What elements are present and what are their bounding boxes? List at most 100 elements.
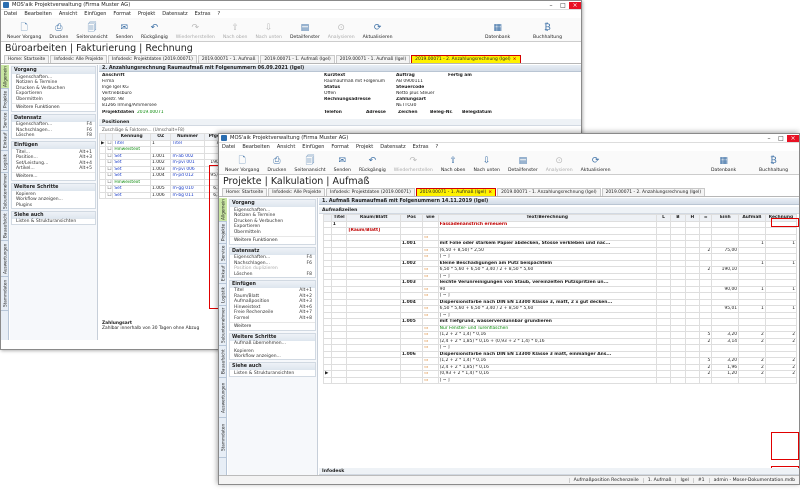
insert-formel[interactable]: Formel Alt+8 <box>230 315 315 321</box>
vtab-stammdaten[interactable]: Stammdaten <box>1 277 9 311</box>
insert-artikel[interactable]: Artikel... Alt+5 <box>12 166 95 171</box>
move-down-button[interactable]: ⇩ Nach unten <box>469 155 504 174</box>
vtab-auswertungen[interactable]: Auswertungen <box>219 378 227 418</box>
task-uebermitteln[interactable]: Übermitteln <box>230 229 315 235</box>
maximize-icon[interactable]: □ <box>557 2 569 9</box>
vtab-logistik[interactable]: Logistik <box>1 151 9 173</box>
vtab-projekte[interactable]: Projekte <box>219 222 227 244</box>
more-functions-link[interactable]: Weitere Funktionen <box>12 102 95 111</box>
positions-toolbar[interactable]: Zuschläge & Faktoren... (Umschalt+F8) <box>99 126 581 133</box>
menu-extras[interactable]: Extras <box>413 144 429 150</box>
undo-button[interactable]: ↶ Rückgängig <box>137 22 172 41</box>
close-icon[interactable]: × <box>569 1 581 9</box>
redo-button[interactable]: ↷ Wiederherstellen <box>172 22 219 41</box>
close-tab-icon[interactable]: × <box>488 190 492 195</box>
menu-datensatz[interactable]: Datensatz <box>162 11 187 17</box>
vtab-einkauf[interactable]: Einkauf <box>219 264 227 284</box>
vtab-logistik[interactable]: Logistik <box>219 284 227 306</box>
task-loeschen[interactable]: Löschen F8 <box>12 133 95 138</box>
vtab-stammdaten[interactable]: Stammdaten <box>219 418 227 458</box>
task-loeschen[interactable]: Löschen F8 <box>230 271 315 277</box>
more-functions-link[interactable]: Weitere Funktionen <box>230 235 315 244</box>
insert-rechenzeile[interactable]: Freie Rechenzeile Alt+7 <box>230 310 315 315</box>
task-listen[interactable]: Listen & Strukturansichten <box>230 370 315 376</box>
menu-ansicht[interactable]: Ansicht <box>59 11 77 17</box>
tab-anzahlungsrechnung-2[interactable]: 2019.00071 - 2. Anzahlungsrechnung (Igel… <box>411 55 521 63</box>
minimize-icon[interactable]: – <box>763 135 775 142</box>
move-up-button[interactable]: ⇧ Nach oben <box>219 22 252 41</box>
undo-button[interactable]: ↶ Rückgängig <box>355 155 390 174</box>
task-listen[interactable]: Listen & Strukturansichten <box>12 219 95 224</box>
send-button[interactable]: ✉ Senden <box>112 22 137 41</box>
analyze-button[interactable]: ⊙ Analysieren <box>324 22 359 41</box>
print-button[interactable]: ⎙ Drucken <box>263 155 290 174</box>
preview-button[interactable]: 🗐 Seitenansicht <box>72 22 111 41</box>
move-down-button[interactable]: ⇩ Nach unten <box>251 22 286 41</box>
vtab-bauaufsicht[interactable]: Bauaufsicht <box>219 346 227 378</box>
menu-einfuegen[interactable]: Einfügen <box>302 144 324 150</box>
menu-help[interactable]: ? <box>217 11 220 17</box>
tab-anzahlungsrechnung-1[interactable]: 2019.00071 - 1. Anzahlungsrechnung (Igel… <box>497 188 601 196</box>
menu-einfuegen[interactable]: Einfügen <box>84 11 106 17</box>
accounting-button[interactable]: ₿ Buchhaltung <box>529 22 566 40</box>
tab-projektdaten[interactable]: Infodesk: Projektdaten (2019.00071) <box>108 55 197 63</box>
menu-bearbeiten[interactable]: Bearbeiten <box>24 11 51 17</box>
menu-bearbeiten[interactable]: Bearbeiten <box>242 144 269 150</box>
menu-projekt[interactable]: Projekt <box>138 11 155 17</box>
tab-aufmass-igel[interactable]: 2019.00071 - 1. Aufmaß (Igel) <box>260 55 335 63</box>
tab-aufmass-igel[interactable]: 2019.00071 - 1. Aufmaß (Igel) × <box>415 188 497 196</box>
menu-datei[interactable]: Datei <box>4 11 17 17</box>
more-insert-link[interactable]: Weitere <box>230 321 315 330</box>
vtab-einkauf[interactable]: Einkauf <box>1 131 9 151</box>
menu-format[interactable]: Format <box>331 144 349 150</box>
menu-datei[interactable]: Datei <box>222 144 235 150</box>
vtab-service[interactable]: Service <box>1 111 9 131</box>
menu-datensatz[interactable]: Datensatz <box>380 144 405 150</box>
menu-projekt[interactable]: Projekt <box>356 144 373 150</box>
vtab-subunternehmer[interactable]: Subunternehmer <box>1 173 9 211</box>
analyze-button[interactable]: ⊙ Analysieren <box>542 155 577 174</box>
refresh-button[interactable]: ⟳ Aktualisieren <box>359 22 397 41</box>
table-row[interactable]: ▭ [ ~ ] <box>323 376 798 384</box>
vtab-subunternehmer[interactable]: Subunternehmer <box>219 306 227 346</box>
maximize-icon[interactable]: □ <box>775 135 787 142</box>
move-up-button[interactable]: ⇧ Nach oben <box>437 155 470 174</box>
vtab-bauaufsicht[interactable]: Bauaufsicht <box>1 211 9 241</box>
detail-window-button[interactable]: ▤ Detailfenster <box>504 155 542 174</box>
table-row[interactable]: ☐Set1.006m-bg 0116,30 <box>99 191 226 199</box>
vtab-allgemein[interactable]: Allgemein <box>1 65 9 89</box>
vtab-allgemein[interactable]: Allgemein <box>219 198 227 222</box>
vtab-projekte[interactable]: Projekte <box>1 89 9 111</box>
minimize-icon[interactable]: – <box>545 2 557 9</box>
col-aufmass[interactable]: Aufmaß <box>738 214 766 222</box>
task-aufmass-uebernehmen[interactable]: Aufmaß übernehmen... <box>230 341 315 346</box>
database-button[interactable]: ▦ Datenbank <box>707 155 740 174</box>
refresh-button[interactable]: ⟳ Aktualisieren <box>577 155 615 174</box>
database-button[interactable]: ▦ Datenbank <box>481 22 514 41</box>
task-workflow[interactable]: Workflow anzeigen... <box>230 354 315 359</box>
vtab-service[interactable]: Service <box>219 244 227 264</box>
preview-button[interactable]: 🗐 Seitenansicht <box>290 155 329 174</box>
tab-home[interactable]: Home: Startseite <box>222 188 268 196</box>
tab-infodesk-projekte[interactable]: Infodesk: Alle Projekte <box>268 188 326 196</box>
infodesk-header[interactable]: Infodesk <box>319 468 799 475</box>
print-button[interactable]: ⎙ Drucken <box>45 22 72 41</box>
send-button[interactable]: ✉ Senden <box>330 155 355 174</box>
tab-aufmass-1[interactable]: 2019.00071 - 1. Aufmaß <box>197 55 260 63</box>
menu-format[interactable]: Format <box>113 11 131 17</box>
task-plugins[interactable]: Plugins <box>12 202 95 208</box>
menu-ansicht[interactable]: Ansicht <box>277 144 295 150</box>
accounting-button[interactable]: ₿ Buchhaltung <box>755 155 792 173</box>
close-tab-icon[interactable]: × <box>513 57 517 62</box>
new-document-button[interactable]: 🗋 Neuer Vorgang <box>221 155 263 174</box>
close-icon[interactable]: × <box>787 134 799 142</box>
tab-home[interactable]: Home: Startseite <box>4 55 50 63</box>
vtab-auswertungen[interactable]: Auswertungen <box>1 241 9 277</box>
tab-projektdaten[interactable]: Infodesk: Projektdaten (2019.00071) <box>326 188 415 196</box>
col-titel[interactable]: Titel <box>330 214 348 222</box>
task-uebermitteln[interactable]: Übermitteln <box>12 96 95 102</box>
menu-help[interactable]: ? <box>435 144 438 150</box>
detail-window-button[interactable]: ▤ Detailfenster <box>286 22 324 41</box>
tab-anzahlungsrechnung-2[interactable]: 2019.00071 - 2. Anzahlungsrechnung (Igel… <box>601 188 706 196</box>
tab-infodesk-projekte[interactable]: Infodesk: Alle Projekte <box>50 55 108 63</box>
